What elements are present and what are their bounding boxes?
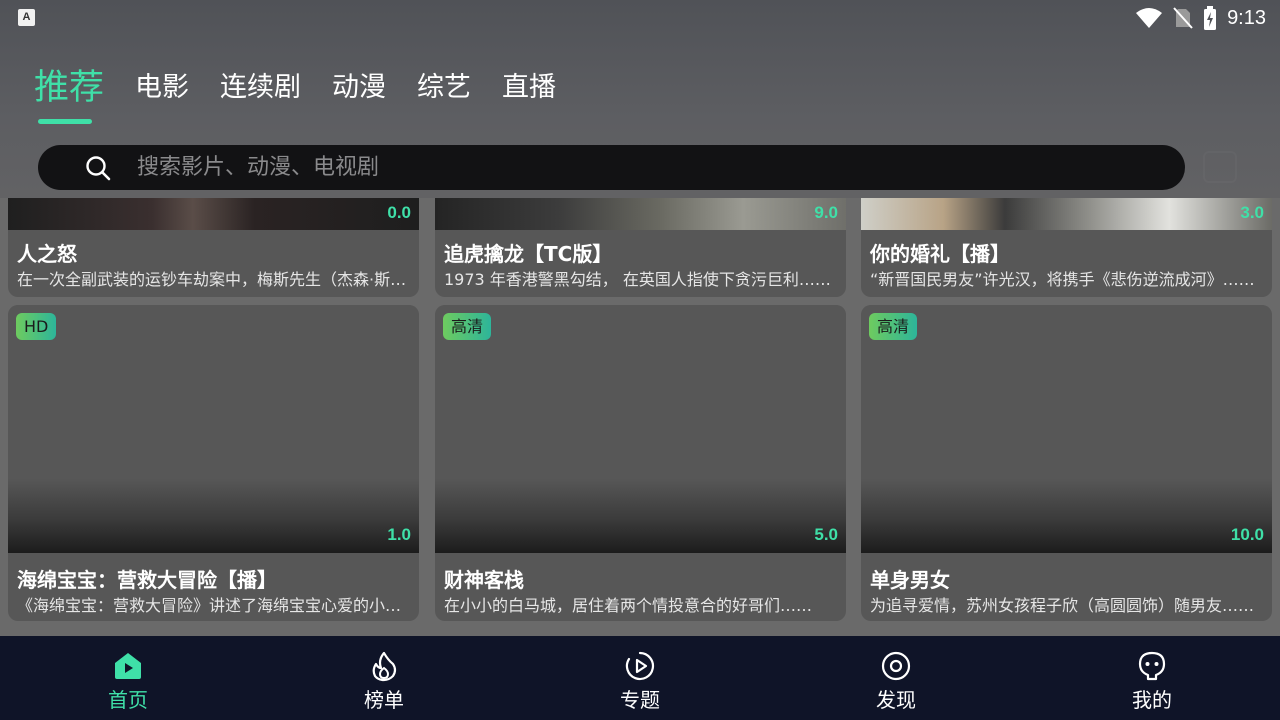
tab-series[interactable]: 连续剧 <box>220 64 301 112</box>
tab-anime[interactable]: 动漫 <box>332 64 386 112</box>
status-bar: A 9:13 <box>0 0 1280 36</box>
no-sim-icon <box>1173 7 1193 29</box>
header: A 9:13 推荐 电影 连续剧 动漫 综艺 直播 搜索影片、动漫、电视剧 <box>0 0 1280 198</box>
bottom-navigation: 首页 榜单 专题 发现 我的 <box>0 636 1280 720</box>
nav-label: 首页 <box>108 688 148 712</box>
home-icon <box>115 653 141 679</box>
video-description: “新晋国民男友”许光汉，将携手《悲伤逆流成河》…… <box>870 270 1255 289</box>
quality-badge: 高清 <box>869 313 918 340</box>
poster-image <box>8 305 419 553</box>
target-icon <box>881 651 911 681</box>
clock: 9:13 <box>1227 6 1266 29</box>
nav-label: 榜单 <box>364 688 404 712</box>
poster-image <box>861 305 1272 553</box>
nav-label: 我的 <box>1132 688 1172 712</box>
history-icon[interactable] <box>1203 151 1237 183</box>
tab-live[interactable]: 直播 <box>502 64 556 112</box>
video-title: 海绵宝宝：营救大冒险【播】 <box>17 568 277 592</box>
play-circle-icon <box>625 651 655 681</box>
nav-topics[interactable]: 专题 <box>512 636 768 720</box>
status-icons: 9:13 <box>1135 4 1266 32</box>
video-card[interactable]: 高清 5.0 财神客栈 在小小的白马城，居住着两个情投意合的好哥们…… <box>435 305 846 621</box>
flame-icon <box>372 651 397 682</box>
video-description: 在小小的白马城，居住着两个情投意合的好哥们…… <box>444 596 813 615</box>
nav-label: 发现 <box>876 688 916 712</box>
poster-image <box>435 305 846 553</box>
alien-icon <box>1138 651 1166 681</box>
video-description: 在一次全副武装的运钞车劫案中，梅斯先生（杰森·斯坦森 饰）…… <box>17 270 410 289</box>
rating: 9.0 <box>814 203 838 222</box>
video-title: 你的婚礼【播】 <box>870 242 1010 266</box>
rating: 3.0 <box>1240 203 1264 222</box>
rating: 10.0 <box>1230 525 1264 544</box>
search-bar[interactable]: 搜索影片、动漫、电视剧 <box>38 145 1185 190</box>
tab-recommend[interactable]: 推荐 <box>34 64 104 112</box>
nav-label: 专题 <box>620 688 660 712</box>
video-card[interactable]: 高清 10.0 单身男女 为追寻爱情，苏州女孩程子欣（高圆圆饰）随男友…… <box>861 305 1272 621</box>
nav-ranking[interactable]: 榜单 <box>256 636 512 720</box>
search-icon <box>86 156 111 181</box>
nav-discover[interactable]: 发现 <box>768 636 1024 720</box>
search-input[interactable]: 搜索影片、动漫、电视剧 <box>137 153 379 183</box>
battery-charging-icon <box>1204 6 1217 30</box>
tab-movies[interactable]: 电影 <box>135 64 189 112</box>
rating: 0.0 <box>387 203 411 222</box>
active-tab-indicator <box>38 119 92 124</box>
nav-home[interactable]: 首页 <box>0 636 256 720</box>
rating: 5.0 <box>814 525 838 544</box>
category-tabs: 推荐 电影 连续剧 动漫 综艺 直播 <box>34 64 587 124</box>
video-description: 为追寻爱情，苏州女孩程子欣（高圆圆饰）随男友…… <box>870 596 1255 615</box>
video-description: 《海绵宝宝：营救大冒险》讲述了海绵宝宝心爱的小蜗…… <box>17 596 410 615</box>
video-title: 财神客栈 <box>444 568 524 592</box>
video-card[interactable]: HD 1.0 海绵宝宝：营救大冒险【播】 《海绵宝宝：营救大冒险》讲述了海绵宝宝… <box>8 305 419 621</box>
video-description: 1973 年香港警黑勾结， 在英国人指使下贪污巨利…… <box>444 270 831 289</box>
quality-badge: HD <box>16 313 57 340</box>
video-title: 追虎擒龙【TC版】 <box>444 242 613 266</box>
quality-badge: 高清 <box>443 313 492 340</box>
rating: 1.0 <box>387 525 411 544</box>
video-title: 单身男女 <box>870 568 950 592</box>
video-title: 人之怒 <box>17 242 77 266</box>
wifi-icon <box>1136 8 1163 28</box>
recommend-grid: 0.0 人之怒 在一次全副武装的运钞车劫案中，梅斯先生（杰森·斯坦森 饰）…… … <box>0 158 1280 636</box>
nav-profile[interactable]: 我的 <box>1024 636 1280 720</box>
tab-variety[interactable]: 综艺 <box>417 64 471 112</box>
app-notification-icon: A <box>18 9 35 26</box>
